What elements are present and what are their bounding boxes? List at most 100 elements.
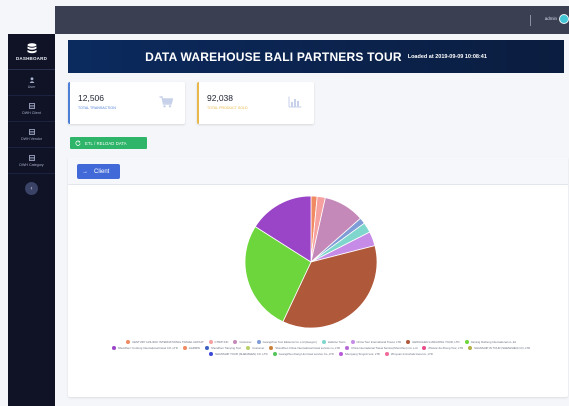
legend-item[interactable]: GuangZhou Kang Hui travel service Co.,LT… (272, 352, 334, 356)
user-name[interactable]: admin (545, 16, 557, 21)
legend-swatch (321, 340, 326, 344)
legend-swatch (233, 340, 238, 344)
legend-label: Customer (252, 346, 265, 350)
avatar[interactable] (559, 14, 569, 24)
panel-header: → Client (68, 157, 568, 185)
legend-label: ZhuHai Jiu Zhong Tour, LTD (428, 346, 464, 350)
user-icon (29, 76, 34, 83)
stat-value: 92,038 (207, 93, 233, 103)
sidebar-item-dwh-vendor[interactable]: DWH Vendor (8, 122, 55, 148)
legend-swatch (126, 340, 131, 344)
top-bar: admin (55, 6, 569, 34)
loaded-timestamp: Loaded at 2019-09-09 10:08:41 (407, 53, 487, 60)
sidebar-item-dwh-client[interactable]: DWH Client (8, 96, 55, 122)
legend-label: Customer (239, 340, 252, 344)
legend-label: ShenZhen Yu-Dong International travel CO… (117, 346, 178, 350)
legend-item[interactable]: ShenZhen China International travel serv… (269, 346, 340, 350)
legend-label: Guangzhou Tour Ekstensi Co.,Ltd (Heegon) (262, 340, 317, 344)
legend-swatch (384, 352, 389, 356)
legend-item[interactable]: HelloGo Tours (321, 340, 346, 344)
legend-label: SHANSHIP IN TOUR (SHENZHEN) CO.,LTD (474, 346, 531, 350)
legend-item[interactable]: Customer (246, 346, 264, 350)
legend-item[interactable]: China Tour International Travel, LTD (350, 340, 402, 344)
legend-item[interactable]: GENGCHEN LIANGXING TOUR, LTD (406, 340, 460, 344)
legend-item[interactable]: Guangzhou Tour Ekstensi Co.,Ltd (Heegon) (256, 340, 317, 344)
legend-label: ShenZhen Tianying Tour (210, 346, 242, 350)
client-button[interactable]: → Client (77, 164, 120, 179)
sidebar-toggle-button[interactable]: ‹ (25, 182, 38, 195)
legend-label: SHANSHIP TOUR (SHENZHEN) CO.,LTD (215, 352, 268, 356)
bar-chart-icon (288, 96, 302, 108)
chart-legend: CENTURY HOLIDAY INTERNATIONAL TRAVEL GRO… (96, 340, 546, 356)
legend-label: China International Travel Service(Shenz… (351, 346, 418, 350)
legend-swatch (204, 346, 209, 350)
legend-swatch (338, 352, 343, 356)
legend-label: GENGCHEN LIANGXING TOUR, LTD (412, 340, 460, 344)
legend-item[interactable]: SHANSHIP IN TOUR (SHENZHEN) CO.,LTD (468, 346, 530, 350)
pie-chart (244, 195, 378, 329)
sidebar-item-label: DWH Category (19, 162, 44, 167)
stat-label: TOTAL PRODUCT SOLD (207, 106, 248, 110)
legend-item[interactable]: SHANSHIP TOUR (SHENZHEN) CO.,LTD (209, 352, 268, 356)
database-icon (27, 42, 36, 53)
table-icon (28, 154, 35, 161)
legend-swatch (350, 340, 355, 344)
sidebar-item-label: DWH Vendor (21, 136, 42, 141)
cart-icon (159, 96, 173, 108)
legend-swatch (246, 346, 251, 350)
stat-label: TOTAL TRANSACTION (78, 106, 116, 110)
etl-reload-label: ETL / RELOAD DATA (85, 140, 127, 146)
refresh-icon (75, 140, 81, 146)
legend-item[interactable]: Zhuyuan Immortals travel co.,LTD (384, 352, 433, 356)
sidebar-item-label: DWH Client (22, 110, 41, 115)
legend-item[interactable]: CENTURY HOLIDAY INTERNATIONAL TRAVEL GRO… (126, 340, 204, 344)
app-window: admin DASHBOARD User DWH Client DWH Vend… (0, 0, 569, 406)
main-content: DATA WAREHOUSE BALI PARTNERS TOUR Loaded… (55, 34, 569, 406)
legend-item[interactable]: China International Travel Service(Shenz… (345, 346, 417, 350)
legend-label: GuangZhou Kang Hui travel service Co.,LT… (278, 352, 334, 356)
legend-item[interactable]: GARMIN (182, 346, 200, 350)
page-title: DATA WAREHOUSE BALI PARTNERS TOUR (145, 49, 402, 64)
legend-item[interactable]: Jiaming Ruiheng International co.,ltd (464, 340, 516, 344)
legend-item[interactable]: ZhuHai Jiu Zhong Tour, LTD (422, 346, 463, 350)
legend-item[interactable]: ShenZhen Yu-Dong International travel CO… (111, 346, 178, 350)
legend-label: Shenyang Tongxin tour, LTD (344, 352, 380, 356)
sidebar-item-user[interactable]: User (8, 70, 55, 96)
legend-swatch (406, 340, 411, 344)
sidebar-brand[interactable]: DASHBOARD (8, 34, 55, 70)
table-icon (28, 128, 35, 135)
legend-item[interactable]: ShenZhen Tianying Tour (204, 346, 242, 350)
arrow-right-icon: → (82, 168, 88, 175)
chart-panel: → Client CENTURY HOLIDAY INTERNATIONAL T… (68, 157, 568, 397)
legend-swatch (468, 346, 473, 350)
legend-label: ShenZhen China International travel serv… (275, 346, 341, 350)
legend-label: CTRIP INC (214, 340, 229, 344)
legend-swatch (269, 346, 274, 350)
legend-swatch (111, 346, 116, 350)
legend-item[interactable]: Customer (233, 340, 252, 344)
legend-swatch (209, 352, 214, 356)
sidebar-brand-label: DASHBOARD (15, 55, 48, 61)
stat-value: 12,506 (78, 93, 104, 103)
legend-item[interactable]: Shenyang Tongxin tour, LTD (338, 352, 380, 356)
legend-item[interactable]: CTRIP INC (208, 340, 229, 344)
legend-swatch (272, 352, 277, 356)
legend-label: CENTURY HOLIDAY INTERNATIONAL TRAVEL GRO… (132, 340, 204, 344)
stat-card-total-product-sold: 92,038 TOTAL PRODUCT SOLD (197, 82, 314, 124)
stat-card-total-transaction: 12,506 TOTAL TRANSACTION (68, 82, 185, 124)
legend-label: China Tour International Travel, LTD (356, 340, 402, 344)
table-icon (28, 102, 35, 109)
chevron-left-icon: ‹ (30, 185, 33, 192)
legend-label: Jiaming Ruiheng International co.,ltd (470, 340, 516, 344)
legend-swatch (256, 340, 261, 344)
sidebar-item-dwh-category[interactable]: DWH Category (8, 148, 55, 174)
legend-swatch (464, 340, 469, 344)
legend-swatch (208, 340, 213, 344)
page-banner: DATA WAREHOUSE BALI PARTNERS TOUR Loaded… (68, 40, 564, 73)
legend-label: HelloGo Tours (327, 340, 346, 344)
sidebar-item-label: User (27, 84, 36, 89)
etl-reload-button[interactable]: ETL / RELOAD DATA (70, 137, 147, 149)
topbar-divider (530, 15, 531, 26)
legend-swatch (345, 346, 350, 350)
legend-swatch (422, 346, 427, 350)
